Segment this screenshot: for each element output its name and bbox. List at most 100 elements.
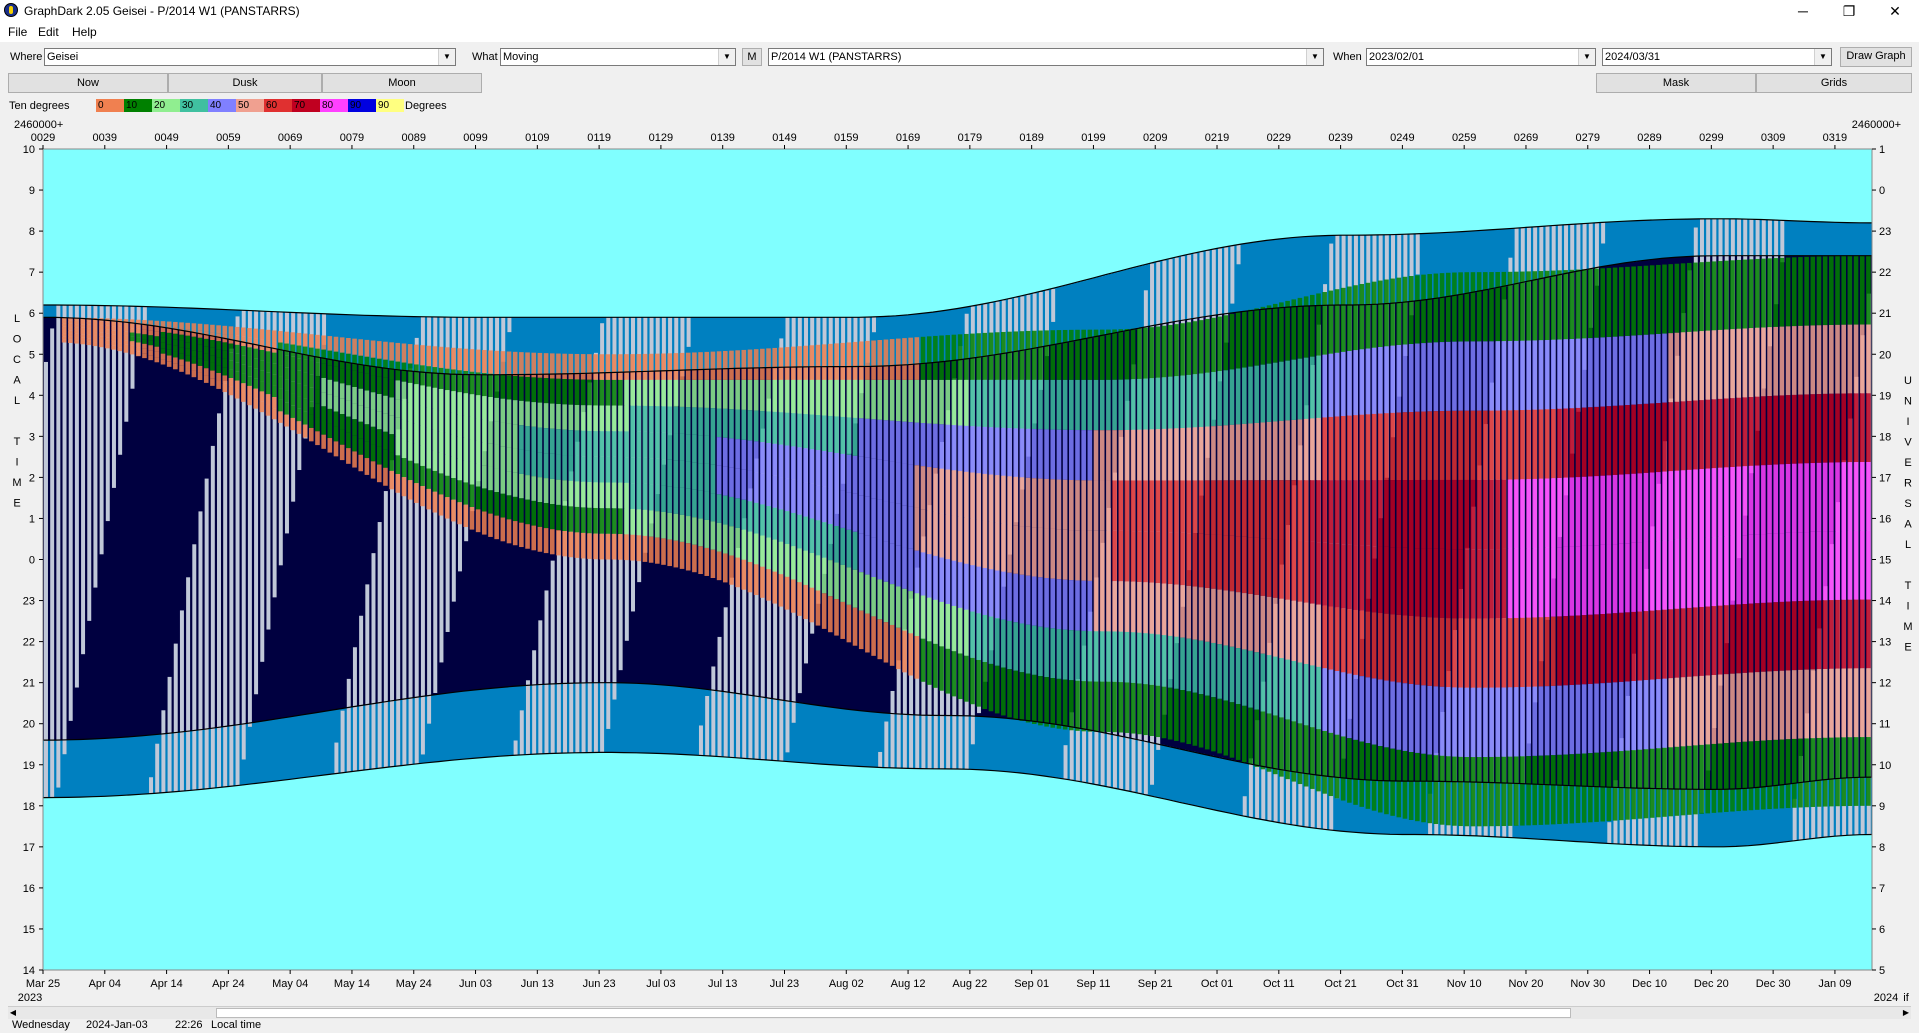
legend-suffix: Degrees [405, 100, 447, 112]
object-altitude-stripe [173, 333, 178, 340]
menu-help[interactable]: Help [72, 25, 97, 39]
object-altitude-stripe [1575, 615, 1581, 685]
visibility-chart[interactable]: 0029 0039 0049 0059 0069 0079 0089 0099 0109 0119… [0, 116, 1919, 1004]
object-combo[interactable]: P/2014 W1 (PANSTARRS) ▼ [768, 48, 1324, 66]
object-altitude-stripe [982, 614, 988, 662]
object-altitude-stripe [1526, 617, 1531, 687]
when-start-combo[interactable]: 2023/02/01 ▼ [1366, 48, 1596, 66]
object-altitude-stripe [624, 508, 629, 535]
object-altitude-stripe [729, 409, 734, 439]
object-altitude-stripe [1322, 668, 1327, 731]
left-tick-label: 22 [23, 637, 35, 649]
object-altitude-stripe [599, 508, 604, 534]
moon-button[interactable]: Moon [322, 73, 482, 93]
object-altitude-stripe [753, 349, 759, 380]
object-altitude-stripe [376, 464, 382, 483]
object-altitude-stripe [129, 336, 135, 342]
twilight-band [1207, 755, 1212, 809]
object-altitude-stripe [475, 509, 481, 533]
twilight-band [1865, 222, 1870, 256]
m-button[interactable]: M [742, 48, 762, 66]
twilight-band [487, 688, 492, 758]
object-altitude-stripe [1161, 325, 1167, 378]
object-altitude-stripe [525, 450, 530, 476]
object-altitude-stripe [1167, 428, 1173, 481]
chevron-down-icon[interactable]: ▼ [1814, 49, 1831, 65]
object-altitude-stripe [939, 335, 944, 380]
close-button[interactable]: ✕ [1872, 0, 1918, 22]
object-altitude-stripe [729, 379, 734, 410]
when-end-combo[interactable]: 2024/03/31 ▼ [1602, 48, 1832, 66]
object-altitude-stripe [556, 429, 561, 455]
object-altitude-stripe [420, 345, 425, 366]
menu-edit[interactable]: Edit [38, 25, 59, 39]
moon-up-stripe [352, 647, 357, 772]
twilight-band [1059, 724, 1064, 779]
object-altitude-stripe [1779, 601, 1785, 671]
object-altitude-stripe [1841, 255, 1846, 325]
object-altitude-stripe [475, 349, 481, 373]
what-combo[interactable]: Moving ▼ [500, 48, 736, 66]
object-altitude-stripe [451, 369, 456, 392]
twilight-band [120, 737, 124, 796]
object-altitude-stripe [661, 459, 666, 486]
object-altitude-stripe [896, 545, 901, 587]
scroll-thumb[interactable] [216, 1008, 1571, 1018]
where-combo[interactable]: Geisei ▼ [44, 48, 456, 66]
object-altitude-stripe [970, 333, 975, 380]
object-altitude-stripe [877, 579, 883, 620]
object-altitude-stripe [1371, 744, 1377, 811]
object-altitude-stripe [1266, 305, 1272, 364]
twilight-band [1044, 722, 1048, 776]
object-altitude-stripe [1631, 681, 1636, 751]
chevron-down-icon[interactable]: ▼ [1306, 49, 1323, 65]
object-altitude-stripe [1470, 687, 1476, 758]
object-altitude-stripe [1112, 681, 1117, 733]
moon-up-stripe [81, 305, 86, 655]
menu-file[interactable]: File [8, 25, 27, 39]
draw-graph-button[interactable]: Draw Graph [1840, 47, 1912, 67]
object-altitude-stripe [1439, 755, 1445, 825]
object-altitude-stripe [766, 379, 771, 412]
object-altitude-stripe [444, 475, 450, 498]
chevron-down-icon[interactable]: ▼ [438, 49, 455, 65]
object-altitude-stripe [259, 329, 265, 340]
now-button[interactable]: Now [8, 73, 168, 93]
object-altitude-stripe [1816, 737, 1822, 807]
moon-up-stripe [346, 678, 351, 773]
object-altitude-stripe [1544, 686, 1550, 756]
object-altitude-stripe [1396, 547, 1402, 615]
object-altitude-stripe [451, 391, 456, 413]
right-tick-label: 8 [1879, 842, 1885, 854]
minimize-button[interactable]: ─ [1780, 0, 1826, 22]
chevron-down-icon[interactable]: ▼ [1578, 49, 1595, 65]
maximize-button[interactable]: ❐ [1826, 0, 1872, 22]
object-altitude-stripe [636, 509, 642, 536]
object-altitude-stripe [463, 437, 469, 461]
object-altitude-stripe [1143, 684, 1148, 736]
right-axis-title-letter: M [1903, 621, 1912, 633]
object-altitude-stripe [519, 425, 524, 450]
object-altitude-stripe [562, 455, 567, 481]
object-altitude-stripe [722, 495, 728, 525]
object-altitude-stripe [556, 454, 561, 480]
object-altitude-stripe [1038, 577, 1043, 627]
object-altitude-stripe [1155, 480, 1161, 532]
object-altitude-stripe [228, 352, 234, 361]
grids-button[interactable]: Grids [1756, 73, 1912, 93]
object-altitude-stripe [1149, 633, 1154, 685]
object-altitude-stripe [512, 351, 518, 377]
object-altitude-stripe [549, 504, 555, 530]
object-altitude-stripe [1600, 406, 1606, 476]
object-altitude-stripe [685, 352, 691, 380]
mask-button[interactable]: Mask [1596, 73, 1756, 93]
object-altitude-stripe [1316, 542, 1321, 605]
object-altitude-stripe [840, 564, 845, 602]
object-altitude-stripe [1106, 581, 1111, 632]
object-altitude-stripe [1520, 340, 1525, 411]
object-altitude-stripe [333, 411, 339, 427]
dusk-button[interactable]: Dusk [168, 73, 322, 93]
object-altitude-stripe [580, 405, 586, 431]
chevron-down-icon[interactable]: ▼ [718, 49, 735, 65]
object-altitude-stripe [1841, 393, 1846, 463]
